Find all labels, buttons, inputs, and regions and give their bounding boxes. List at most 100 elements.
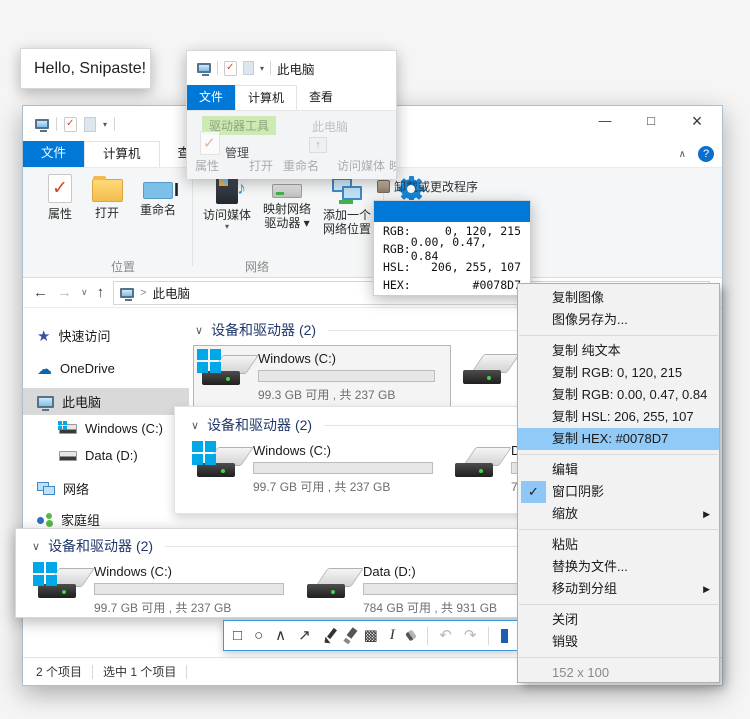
faded-properties-icon xyxy=(200,131,220,155)
menu-item-copy-image[interactable]: 复制图像 xyxy=(518,287,719,309)
tab-computer[interactable]: 计算机 xyxy=(84,141,160,167)
tab-file[interactable]: 文件 xyxy=(23,141,84,167)
mini-tab-view: 查看 xyxy=(297,85,345,110)
menu-item-replace-with-file[interactable]: 替换为文件... xyxy=(518,556,719,578)
menu-item-save-image-as[interactable]: 图像另存为... xyxy=(518,309,719,331)
uninstall-program-icon xyxy=(377,180,390,193)
drive-tile-windows-c[interactable]: Windows (C:) 99.3 GB 可用 , 共 237 GB xyxy=(193,345,451,409)
color-swatch xyxy=(374,201,530,222)
sidebar-item-onedrive[interactable]: ☁ OneDrive xyxy=(23,355,189,382)
network-icon xyxy=(37,482,55,495)
hello-text: Hello, Snipaste! xyxy=(34,60,146,78)
section-header-devices: ∨ 设备和驱动器 (2) xyxy=(30,536,559,556)
context-menu: 复制图像 图像另存为... 复制 纯文本 复制 RGB: 0, 120, 215… xyxy=(517,283,720,683)
sidebar-item-data-d[interactable]: Data (D:) xyxy=(23,442,189,469)
menu-item-snip-size: 152 x 100 xyxy=(518,662,719,684)
rectangle-tool-button[interactable]: □ xyxy=(233,628,242,643)
submenu-arrow-icon: ▶ xyxy=(703,503,710,525)
close-button[interactable]: × xyxy=(674,106,720,138)
faded-title: 此电脑 xyxy=(312,118,348,135)
collapse-ribbon-icon[interactable]: ∧ xyxy=(679,149,686,160)
collapse-section-icon: ∨ xyxy=(191,419,199,432)
pencil-tool-button[interactable] xyxy=(323,628,331,643)
recent-locations-icon[interactable]: ∨ xyxy=(81,287,88,298)
eraser-tool-button[interactable] xyxy=(405,630,417,642)
menu-item-close[interactable]: 关闭 xyxy=(518,609,719,631)
separator xyxy=(114,117,115,131)
pasted-snip-middle[interactable]: ∨ 设备和驱动器 (2) Windows (C:) 99.7 GB 可用 , 共… xyxy=(174,406,562,514)
menu-separator xyxy=(519,454,718,455)
onedrive-cloud-icon: ☁ xyxy=(37,360,52,378)
menu-item-zoom[interactable]: 缩放 ▶ xyxy=(518,503,719,525)
window-controls: — □ × xyxy=(582,106,720,138)
qat-dropdown-icon[interactable]: ▾ xyxy=(103,120,107,129)
sidebar-item-windows-c[interactable]: Windows (C:) xyxy=(23,415,189,442)
item-count: 2 个项目 xyxy=(36,663,82,680)
hard-drive-icon xyxy=(453,443,503,483)
section-rule xyxy=(165,546,549,547)
selected-snip-bottom[interactable]: ∨ 设备和驱动器 (2) Windows (C:) 99.7 GB 可用 , 共… xyxy=(15,528,560,618)
properties-qat-icon[interactable] xyxy=(64,117,77,132)
back-button[interactable]: ← xyxy=(33,284,48,301)
marker-tool-button[interactable] xyxy=(343,628,351,643)
color-picker-snip[interactable]: RGB:0, 120, 215 RGB:0.00, 0.47, 0.84 HSL… xyxy=(373,200,531,296)
this-pc-icon xyxy=(37,396,54,408)
ribbon-button-rename[interactable]: 重命名 xyxy=(131,174,185,217)
menu-item-window-shadow[interactable]: ✓ 窗口阴影 xyxy=(518,481,719,503)
disk-usage-bar xyxy=(94,583,284,595)
collapse-section-icon[interactable]: ∨ xyxy=(195,324,203,337)
arrow-tool-button[interactable]: ↗ xyxy=(298,628,311,643)
sidebar-item-this-pc[interactable]: 此电脑 xyxy=(23,388,189,415)
forward-button[interactable]: → xyxy=(57,284,72,301)
menu-item-copy-hex[interactable]: 复制 HEX: #0078D7 xyxy=(518,428,719,450)
menu-item-copy-plain-text[interactable]: 复制 纯文本 xyxy=(518,340,719,362)
ribbon-button-open[interactable]: 打开 xyxy=(85,174,129,220)
menu-item-move-to-group[interactable]: 移动到分组 ▶ xyxy=(518,578,719,600)
menu-item-copy-hsl[interactable]: 复制 HSL: 206, 255, 107 xyxy=(518,406,719,428)
new-folder-qat-icon[interactable] xyxy=(84,117,96,132)
menu-item-destroy[interactable]: 销毁 xyxy=(518,631,719,653)
ellipse-tool-button[interactable]: ○ xyxy=(254,628,263,643)
map-network-drive-icon xyxy=(272,184,302,198)
mini-tab-file: 文件 xyxy=(187,85,235,110)
ribbon-button-map-drive[interactable]: 映射网络驱动器 ▾ xyxy=(258,174,316,230)
separator xyxy=(270,61,271,75)
hello-snip[interactable]: Hello, Snipaste! xyxy=(20,48,151,89)
menu-item-edit[interactable]: 编辑 xyxy=(518,459,719,481)
properties-icon xyxy=(48,174,72,203)
faded-label-open: 打开 xyxy=(249,157,273,174)
ribbon-button-add-network-location[interactable]: 添加一个网络位置 xyxy=(318,174,376,236)
menu-item-copy-rgb[interactable]: 复制 RGB: 0, 120, 215 xyxy=(518,362,719,384)
text-tool-button[interactable]: I xyxy=(390,628,395,643)
minimize-button[interactable]: — xyxy=(582,106,628,138)
hard-drive-icon xyxy=(200,351,250,391)
sidebar-item-network[interactable]: 网络 xyxy=(23,475,189,502)
mosaic-tool-button[interactable]: ▩ xyxy=(364,628,378,643)
sidebar-item-quick-access[interactable]: ★ 快速访问 xyxy=(23,322,189,349)
data-drive-icon xyxy=(59,451,77,461)
ribbon-button-uninstall-program[interactable]: 卸载或更改程序 xyxy=(377,178,478,195)
breadcrumb[interactable]: 此电脑 xyxy=(153,283,191,302)
help-icon[interactable]: ? xyxy=(698,146,714,162)
mini-explorer-snip[interactable]: ▾ 此电脑 文件 计算机 查看 驱动器工具 此电脑 ↑ ♪ 管理 属性 打开 重… xyxy=(186,50,397,178)
mini-window-title: 此电脑 xyxy=(277,59,315,78)
statusbar-separator xyxy=(186,665,187,679)
redo-button[interactable]: ↷ xyxy=(464,628,477,643)
faded-label-properties: 属性 xyxy=(195,157,219,174)
hard-drive-icon xyxy=(195,443,245,483)
breadcrumb-chevron-icon: > xyxy=(140,287,146,299)
selected-count: 选中 1 个项目 xyxy=(103,663,176,680)
up-button[interactable]: ↑ xyxy=(97,284,105,301)
ribbon-button-access-media[interactable]: ♪ 访问媒体 ▾ xyxy=(198,174,256,231)
ribbon-button-properties[interactable]: 属性 xyxy=(37,174,83,221)
homegroup-icon xyxy=(37,513,53,527)
undo-button[interactable]: ↶ xyxy=(439,628,452,643)
menu-item-paste[interactable]: 粘贴 xyxy=(518,534,719,556)
check-icon: ✓ xyxy=(521,481,546,503)
clipped-toolbar-button[interactable] xyxy=(501,629,508,643)
maximize-button[interactable]: □ xyxy=(628,106,674,138)
manage-tab-label: 管理 xyxy=(225,144,249,161)
polyline-tool-button[interactable]: ∧ xyxy=(275,628,286,643)
menu-item-copy-rgb-float[interactable]: 复制 RGB: 0.00, 0.47, 0.84 xyxy=(518,384,719,406)
section-header-devices: ∨ 设备和驱动器 (2) xyxy=(189,415,561,435)
